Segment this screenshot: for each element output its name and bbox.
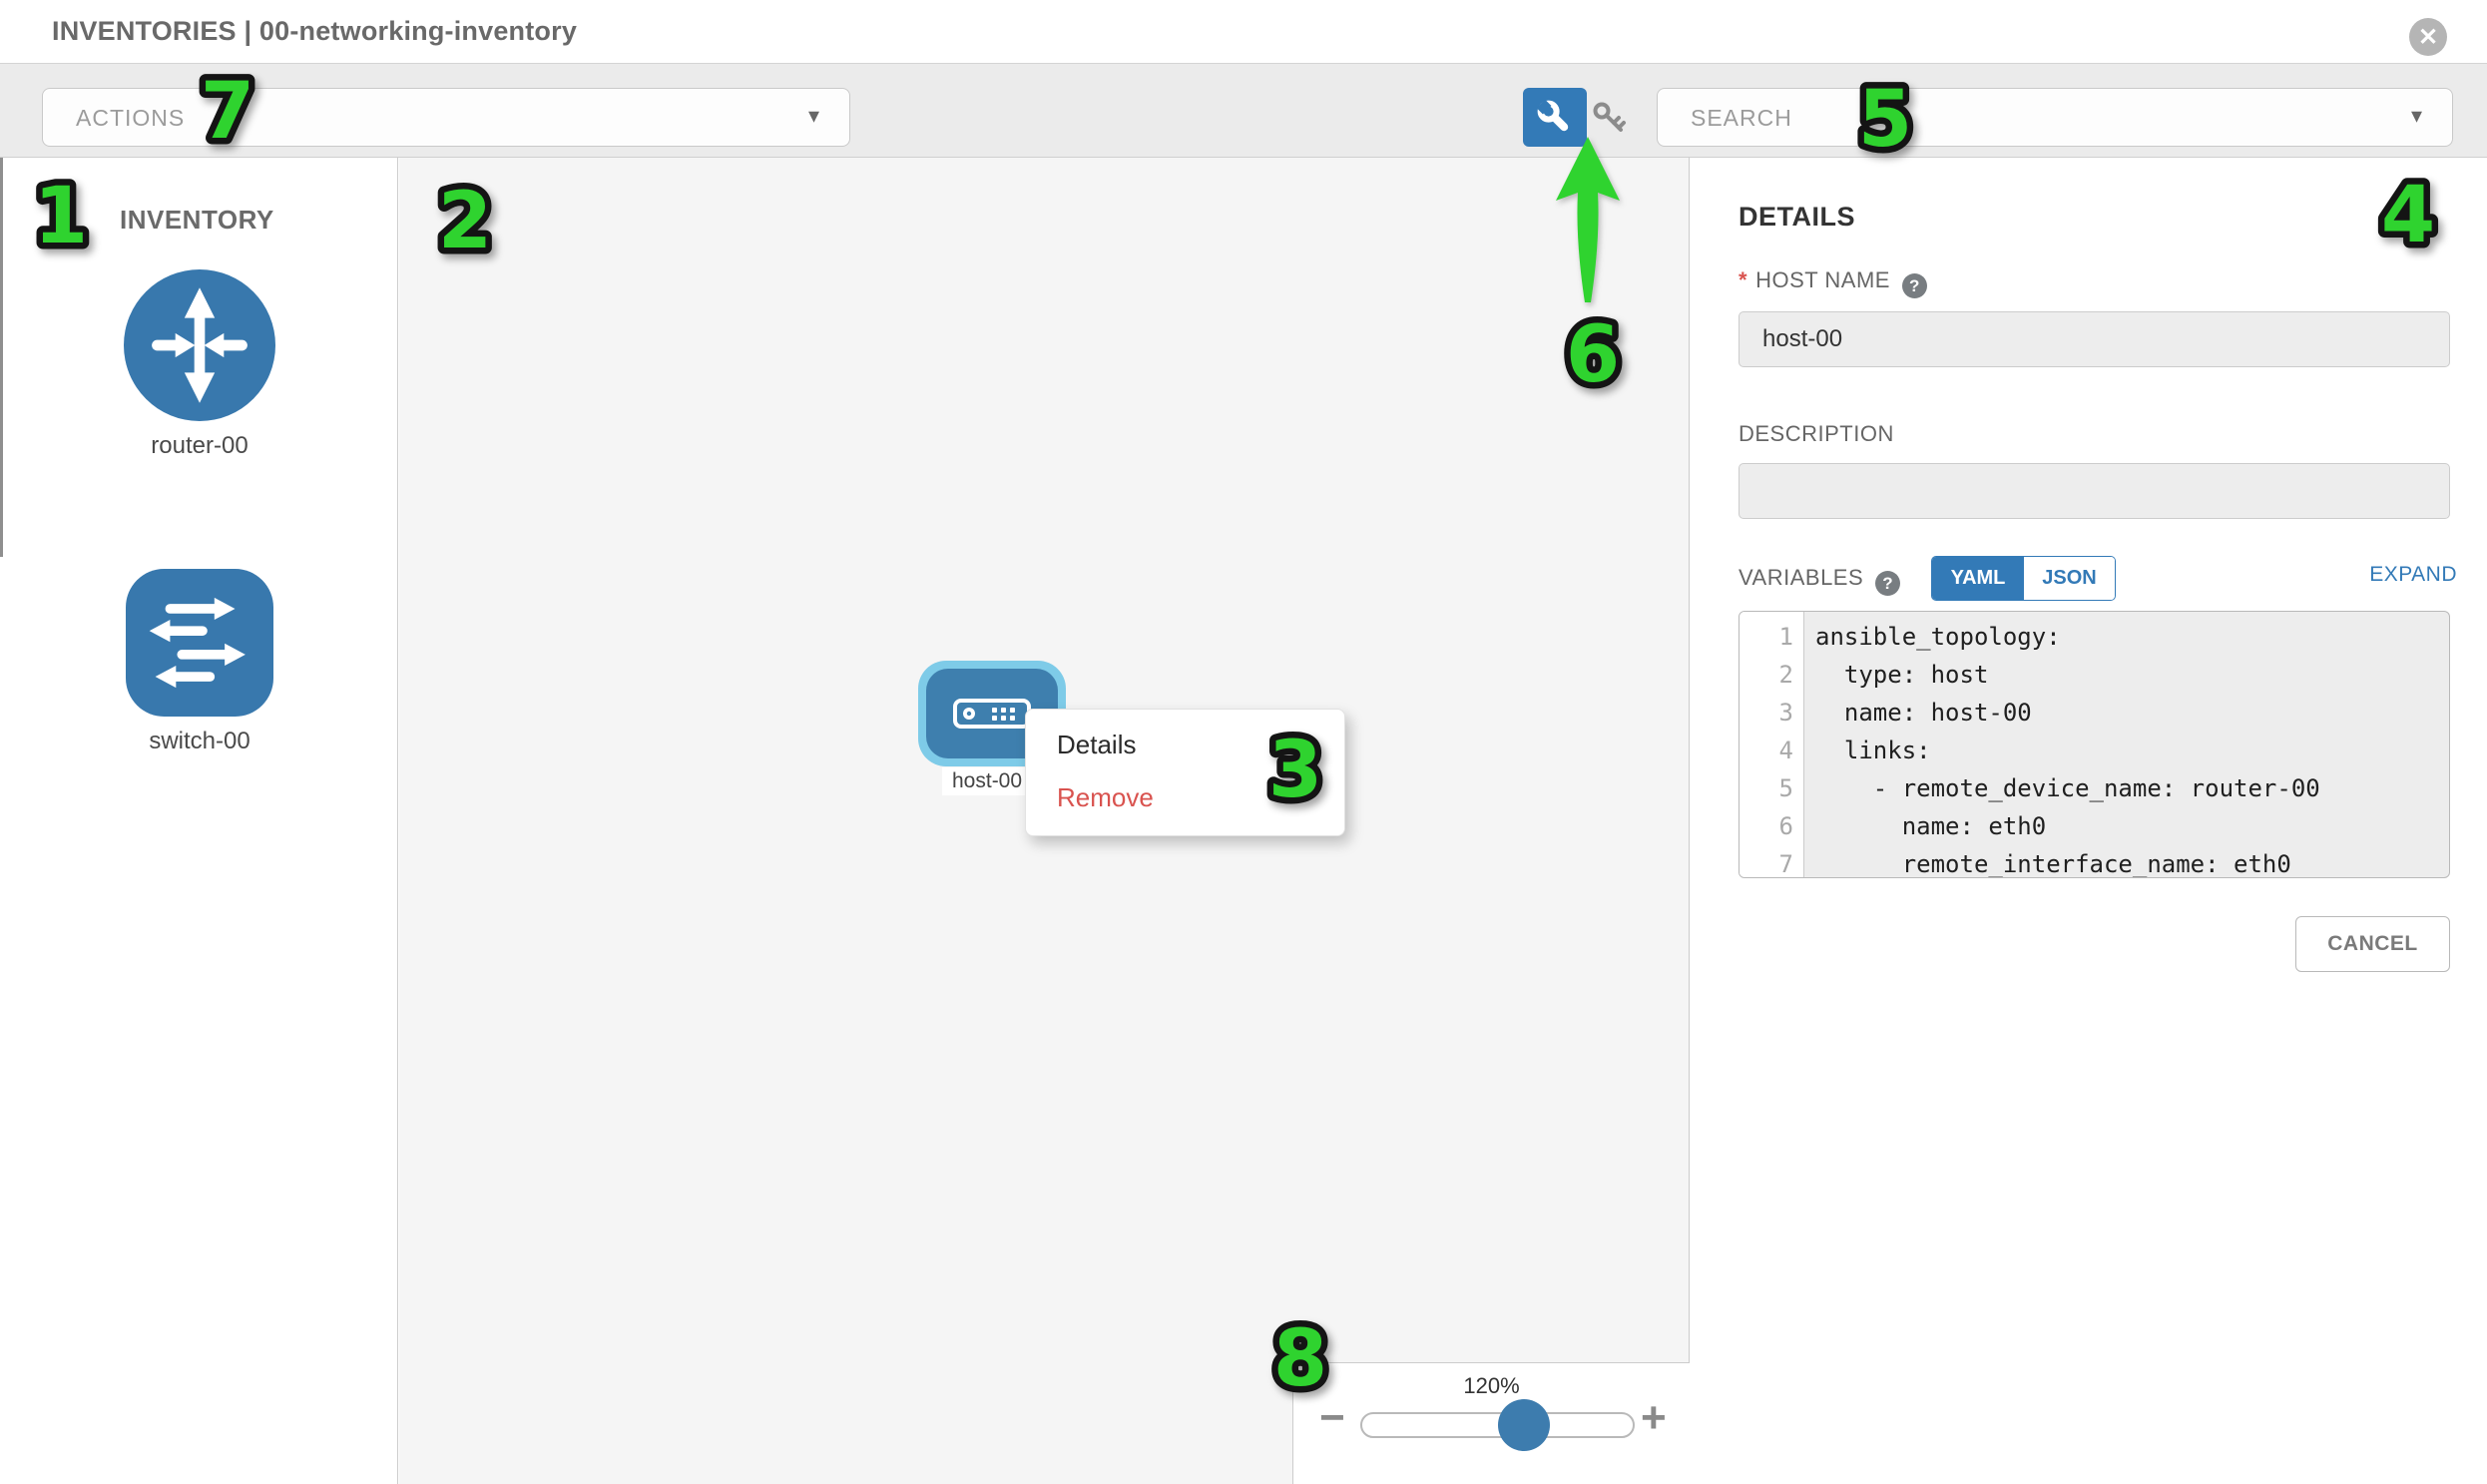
context-menu-remove[interactable]: Remove xyxy=(1057,782,1154,813)
zoom-slider-knob[interactable] xyxy=(1498,1399,1550,1451)
required-marker: * xyxy=(1739,267,1747,292)
line-text: remote_interface_name: eth0 xyxy=(1803,845,2291,878)
topology-canvas[interactable]: host-00 Details Remove 120% − + xyxy=(399,158,1690,1484)
router-icon xyxy=(124,269,275,421)
code-line: 6 name: eth0 xyxy=(1740,807,2449,845)
node-context-menu: Details Remove xyxy=(1025,709,1345,836)
zoom-control-panel: 120% − + xyxy=(1292,1362,1690,1484)
line-text: ansible_topology: xyxy=(1803,618,2061,656)
variables-label-row: VARIABLES? xyxy=(1739,565,1900,596)
zoom-in-button[interactable]: + xyxy=(1641,1393,1667,1443)
expand-link[interactable]: EXPAND xyxy=(2369,563,2457,587)
yaml-toggle-button[interactable]: YAML xyxy=(1932,557,2024,600)
variables-code-editor[interactable]: 1 ansible_topology: 2 type: host 3 name:… xyxy=(1739,611,2450,878)
variables-label: VARIABLES xyxy=(1739,565,1863,590)
code-line: 3 name: host-00 xyxy=(1740,694,2449,732)
zoom-out-button[interactable]: − xyxy=(1319,1393,1345,1443)
code-line: 7 remote_interface_name: eth0 xyxy=(1740,845,2449,878)
code-line: 2 type: host xyxy=(1740,656,2449,694)
editor-rows: 1 ansible_topology: 2 type: host 3 name:… xyxy=(1740,618,2449,878)
description-label: DESCRIPTION xyxy=(1739,421,1894,447)
key-icon xyxy=(1591,100,1627,136)
line-text: name: host-00 xyxy=(1803,694,2032,732)
actions-dropdown-label: ACTIONS xyxy=(76,105,185,132)
key-credentials-button[interactable] xyxy=(1591,100,1627,136)
sidebar-item-switch[interactable]: switch-00 xyxy=(123,569,276,755)
host-name-label: HOST NAME xyxy=(1755,267,1890,292)
host-node-label: host-00 xyxy=(942,767,1032,795)
sidebar-edge-divider xyxy=(0,158,3,557)
inventories-topology-screen: INVENTORIES | 00-networking-inventory ✕ … xyxy=(0,0,2487,1484)
code-line: 4 links: xyxy=(1740,732,2449,769)
cancel-button[interactable]: CANCEL xyxy=(2295,916,2450,972)
close-button[interactable]: ✕ xyxy=(2409,18,2447,56)
sidebar-item-router[interactable]: router-00 xyxy=(123,269,276,460)
help-icon[interactable]: ? xyxy=(1902,273,1927,298)
line-text: links: xyxy=(1803,732,1931,769)
toolbar: ACTIONS ▾ SEARCH xyxy=(0,64,2487,158)
line-text: type: host xyxy=(1803,656,1988,694)
page-title: INVENTORIES | 00-networking-inventory xyxy=(52,16,577,47)
configure-topology-button[interactable] xyxy=(1523,88,1587,147)
line-number: 6 xyxy=(1740,807,1803,845)
line-number: 3 xyxy=(1740,694,1803,732)
zoom-level-value: 120% xyxy=(1293,1373,1690,1399)
switch-icon xyxy=(124,569,275,717)
zoom-slider[interactable] xyxy=(1360,1412,1635,1438)
context-menu-details[interactable]: Details xyxy=(1057,730,1136,760)
json-toggle-button[interactable]: JSON xyxy=(2024,557,2115,600)
code-line: 5 - remote_device_name: router-00 xyxy=(1740,769,2449,807)
help-icon[interactable]: ? xyxy=(1875,571,1900,596)
line-number: 1 xyxy=(1740,618,1803,656)
variables-format-toggle: YAML JSON xyxy=(1931,556,2116,601)
app-header: INVENTORIES | 00-networking-inventory ✕ xyxy=(0,0,2487,64)
details-panel-title: DETAILS xyxy=(1739,202,1855,233)
actions-dropdown[interactable]: ACTIONS ▾ xyxy=(42,88,850,147)
chevron-down-icon: ▾ xyxy=(808,103,819,129)
line-number: 2 xyxy=(1740,656,1803,694)
line-text: name: eth0 xyxy=(1803,807,2046,845)
code-line: 1 ansible_topology: xyxy=(1740,618,2449,656)
host-server-icon xyxy=(953,699,1031,729)
host-name-input[interactable] xyxy=(1739,311,2450,367)
line-text: - remote_device_name: router-00 xyxy=(1803,769,2320,807)
description-input[interactable] xyxy=(1739,463,2450,519)
chevron-down-icon: ▾ xyxy=(2411,103,2422,129)
close-icon: ✕ xyxy=(2418,23,2438,52)
sidebar-title: INVENTORY xyxy=(120,205,274,236)
details-panel: DETAILS * HOST NAME? DESCRIPTION VARIABLE… xyxy=(1691,158,2487,1484)
line-number: 4 xyxy=(1740,732,1803,769)
line-number: 7 xyxy=(1740,845,1803,878)
search-dropdown[interactable]: SEARCH ▾ xyxy=(1657,88,2453,147)
wrench-icon xyxy=(1535,98,1575,138)
inventory-sidebar: INVENTORY router-00 xyxy=(0,158,398,1484)
search-input: SEARCH xyxy=(1691,105,1792,132)
host-name-label-row: * HOST NAME? xyxy=(1739,267,1927,298)
router-label: router-00 xyxy=(123,432,276,460)
line-number: 5 xyxy=(1740,769,1803,807)
switch-label: switch-00 xyxy=(123,728,276,755)
